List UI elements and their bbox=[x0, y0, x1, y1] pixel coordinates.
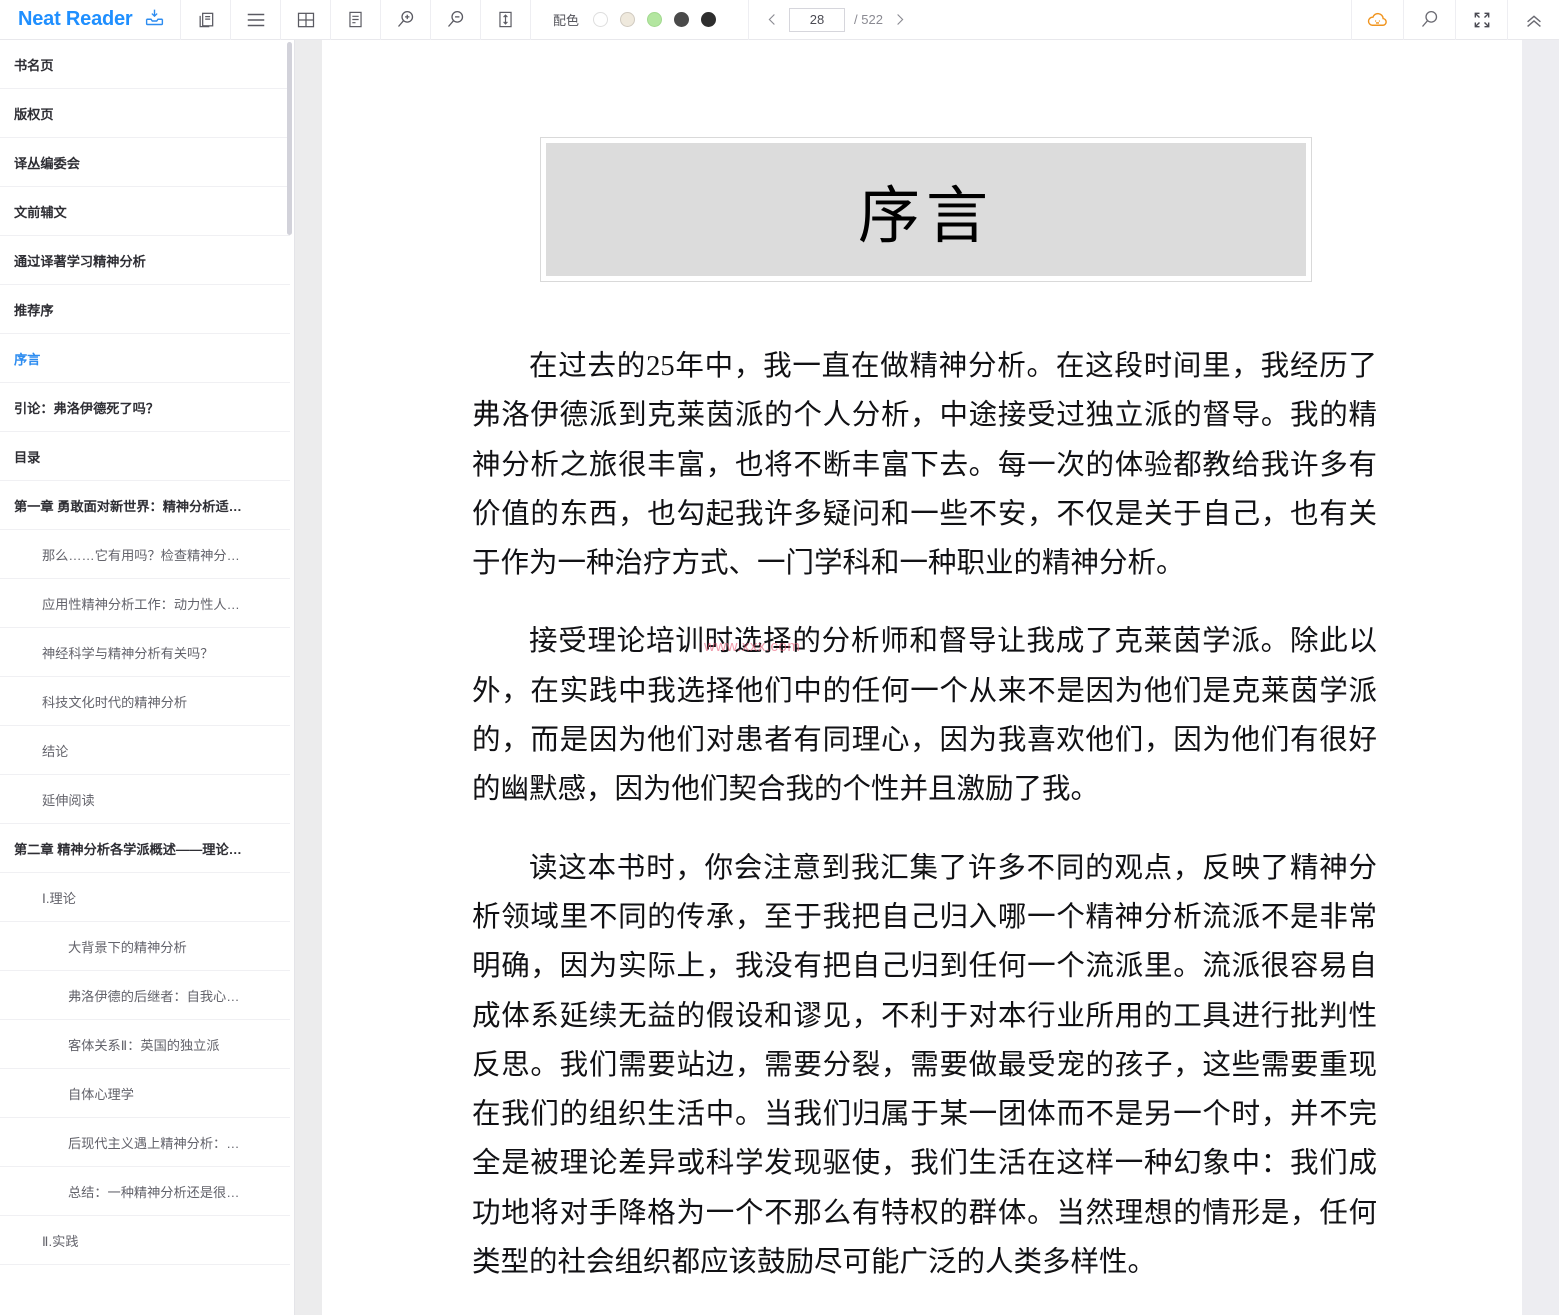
sidebar-item-label: 大背景下的精神分析 bbox=[68, 939, 187, 955]
sidebar-item-label: Ⅱ.实践 bbox=[42, 1233, 79, 1249]
sidebar-item[interactable]: 推荐序 bbox=[0, 285, 290, 334]
prev-page-button[interactable] bbox=[765, 10, 780, 29]
toolbar-tools bbox=[180, 0, 530, 40]
swatch-gray[interactable] bbox=[674, 12, 690, 27]
next-page-button[interactable] bbox=[892, 10, 907, 29]
brand-area: Neat Reader bbox=[0, 0, 180, 40]
sidebar-item[interactable]: 神经科学与精神分析有关吗？ bbox=[0, 628, 290, 677]
toc-list: 书名页版权页译丛编委会文前辅文通过译著学习精神分析 推荐序序言引论：弗洛伊德死了吗… bbox=[0, 40, 290, 1265]
download-library-icon[interactable] bbox=[144, 7, 165, 33]
sidebar-item[interactable]: 第二章 精神分析各学派概述——理论… bbox=[0, 824, 290, 873]
sidebar-item[interactable]: 总结：一种精神分析还是很… bbox=[0, 1167, 290, 1216]
menu-icon[interactable] bbox=[230, 0, 280, 40]
sidebar-item-label: 第一章 勇敢面对新世界：精神分析适… bbox=[14, 498, 242, 514]
sidebar-item-label: 客体关系Ⅱ：英国的独立派 bbox=[68, 1037, 220, 1053]
grid-layout-icon[interactable] bbox=[280, 0, 330, 40]
zoom-in-icon[interactable] bbox=[380, 0, 430, 40]
sidebar-item-label: 应用性精神分析工作：动力性人… bbox=[42, 596, 240, 612]
sidebar-item-label: 目录 bbox=[14, 449, 41, 465]
sidebar-scrollbar[interactable] bbox=[286, 40, 294, 1315]
reader-page: 序言 在过去的25年中，我一直在做精神分析。在这段时间里，我经历了弗洛伊德派到克… bbox=[322, 40, 1522, 1315]
reader-left-gutter bbox=[294, 40, 322, 1315]
sidebar-item[interactable]: 延伸阅读 bbox=[0, 775, 290, 824]
top-toolbar: Neat Reader 配色 28 / 522 bbox=[0, 0, 1559, 40]
sidebar-item[interactable]: 序言 bbox=[0, 334, 290, 383]
sidebar-item[interactable]: 版权页 bbox=[0, 89, 290, 138]
chapter-title-inner: 序言 bbox=[546, 143, 1306, 276]
swatch-green[interactable] bbox=[647, 12, 663, 27]
color-scheme-picker: 配色 bbox=[530, 0, 734, 40]
sidebar-item-label: 译丛编委会 bbox=[14, 155, 80, 171]
page-navigation: / 522 bbox=[748, 0, 923, 40]
paragraph-3: 读这本书时，你会注意到我汇集了许多不同的观点，反映了精神分析领域里不同的传承，至… bbox=[472, 852, 1377, 1279]
sidebar-item-label: 引论：弗洛伊德死了吗？ bbox=[14, 400, 160, 416]
fullscreen-icon[interactable] bbox=[1455, 0, 1507, 40]
chapter-title-box: 序言 bbox=[540, 137, 1312, 282]
app-title: Neat Reader bbox=[18, 8, 133, 30]
zoom-out-icon[interactable] bbox=[430, 0, 480, 40]
sidebar-item[interactable]: Ⅰ.理论 bbox=[0, 873, 290, 922]
sidebar-item-label: 文前辅文 bbox=[14, 204, 67, 220]
total-pages-label: / 522 bbox=[854, 12, 883, 27]
sidebar-item[interactable]: 第一章 勇敢面对新世界：精神分析适… bbox=[0, 481, 290, 530]
reader-right-gutter bbox=[1522, 40, 1559, 1315]
page-title: 序言 bbox=[857, 182, 994, 251]
sidebar-item[interactable]: Ⅱ.实践 bbox=[0, 1216, 290, 1265]
sidebar-item-label: 推荐序 bbox=[14, 302, 54, 318]
swatch-white[interactable] bbox=[593, 12, 609, 27]
sidebar-item[interactable]: 客体关系Ⅱ：英国的独立派 bbox=[0, 1020, 290, 1069]
collapse-toolbar-icon[interactable] bbox=[1507, 0, 1559, 40]
toolbar-right-actions bbox=[1351, 0, 1559, 40]
sidebar-item[interactable]: 应用性精神分析工作：动力性人… bbox=[0, 579, 290, 628]
page-number-input[interactable] bbox=[789, 7, 846, 32]
paragraph-2: 接受理论培训时选择的分析师和督导让我成了克莱茵学派。除此以外，在实践中我选择他们… bbox=[472, 626, 1377, 806]
copy-pages-icon[interactable] bbox=[180, 0, 230, 40]
sidebar-item[interactable]: 自体心理学 bbox=[0, 1069, 290, 1118]
sidebar-item[interactable]: 通过译著学习精神分析 bbox=[0, 236, 290, 285]
sidebar-item-label: 弗洛伊德的后继者：自我心… bbox=[68, 988, 240, 1004]
sidebar-item[interactable]: 大背景下的精神分析 bbox=[0, 922, 290, 971]
sidebar-item[interactable]: 译丛编委会 bbox=[0, 138, 290, 187]
sidebar-item[interactable]: 文前辅文 bbox=[0, 187, 290, 236]
sidebar-item-label: 后现代主义遇上精神分析：… bbox=[68, 1135, 240, 1151]
chapter-body: 在过去的25年中，我一直在做精神分析。在这段时间里，我经历了弗洛伊德派到克莱茵派… bbox=[472, 342, 1377, 1287]
sidebar-item-label: Ⅰ.理论 bbox=[42, 890, 76, 906]
sidebar-item[interactable]: 结论 bbox=[0, 726, 290, 775]
table-of-contents-sidebar: 书名页版权页译丛编委会文前辅文通过译著学习精神分析 推荐序序言引论：弗洛伊德死了吗… bbox=[0, 40, 290, 1315]
notes-icon[interactable] bbox=[330, 0, 380, 40]
line-height-icon[interactable] bbox=[480, 0, 530, 40]
sidebar-item[interactable]: 书名页 bbox=[0, 40, 290, 89]
sidebar-item-label: 总结：一种精神分析还是很… bbox=[68, 1184, 240, 1200]
sidebar-item[interactable]: 科技文化时代的精神分析 bbox=[0, 677, 290, 726]
sidebar-item-label: 科技文化时代的精神分析 bbox=[42, 694, 188, 710]
sidebar-item-label: 神经科学与精神分析有关吗？ bbox=[42, 645, 214, 661]
cloud-sync-icon[interactable] bbox=[1351, 0, 1403, 40]
sidebar-scrollbar-thumb[interactable] bbox=[287, 42, 292, 235]
sidebar-item[interactable]: 目录 bbox=[0, 432, 290, 481]
sidebar-item-label: 序言 bbox=[14, 351, 41, 367]
sidebar-item[interactable]: 弗洛伊德的后继者：自我心… bbox=[0, 971, 290, 1020]
sidebar-item-label: 版权页 bbox=[14, 106, 54, 122]
color-scheme-label: 配色 bbox=[553, 13, 580, 28]
sidebar-item[interactable]: 引论：弗洛伊德死了吗？ bbox=[0, 383, 290, 432]
swatch-black[interactable] bbox=[701, 12, 717, 27]
sidebar-item[interactable]: 那么……它有用吗？检查精神分… bbox=[0, 530, 290, 579]
search-icon[interactable] bbox=[1403, 0, 1455, 40]
sidebar-item-label: 通过译著学习精神分析 bbox=[14, 253, 146, 269]
sidebar-item-label: 自体心理学 bbox=[68, 1086, 134, 1102]
paragraph-1: 在过去的25年中，我一直在做精神分析。在这段时间里，我经历了弗洛伊德派到克莱茵派… bbox=[472, 351, 1377, 580]
swatch-cream[interactable] bbox=[620, 12, 636, 27]
sidebar-item[interactable]: 后现代主义遇上精神分析：… bbox=[0, 1118, 290, 1167]
sidebar-item-label: 第二章 精神分析各学派概述——理论… bbox=[14, 841, 242, 857]
sidebar-item-label: 那么……它有用吗？检查精神分… bbox=[42, 547, 240, 563]
sidebar-item-label: 结论 bbox=[42, 743, 69, 759]
sidebar-item-label: 书名页 bbox=[14, 57, 54, 73]
sidebar-item-label: 延伸阅读 bbox=[42, 792, 95, 808]
